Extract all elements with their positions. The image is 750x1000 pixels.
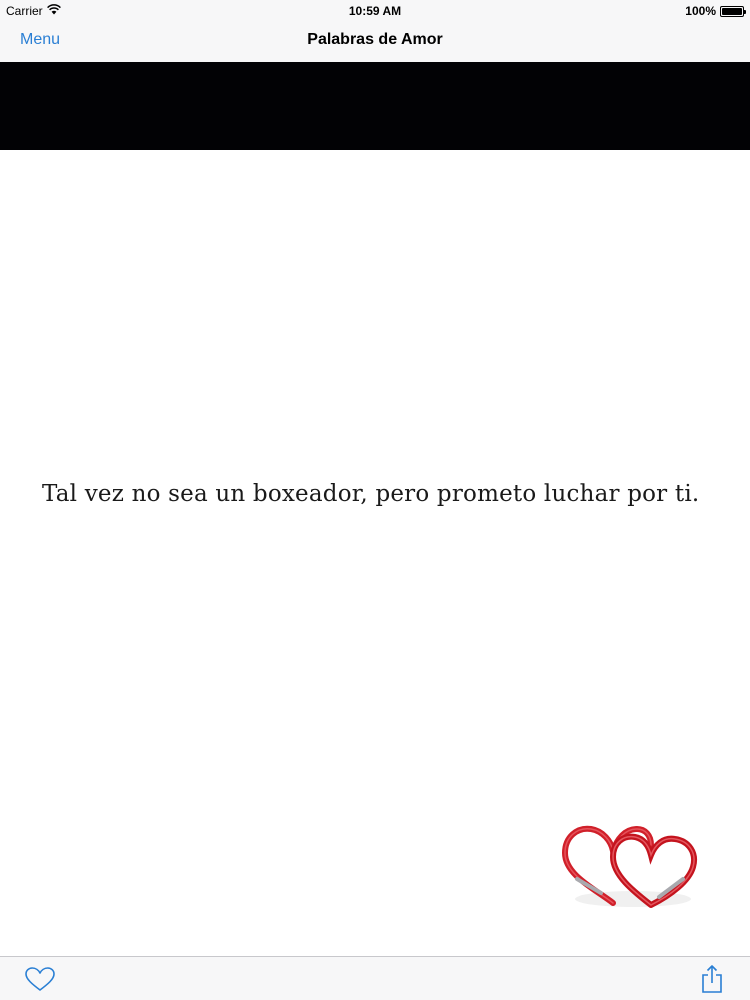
bottom-toolbar [0, 956, 750, 1000]
navigation-bar: Menu Palabras de Amor [0, 22, 750, 62]
battery-icon [720, 5, 746, 17]
page-title: Palabras de Amor [307, 31, 443, 48]
share-icon[interactable] [700, 964, 724, 994]
status-time: 10:59 AM [348, 4, 402, 18]
ad-banner[interactable] [0, 62, 750, 150]
battery-percent: 100% [685, 4, 716, 18]
linked-hearts-image [555, 815, 705, 915]
app-screen: Carrier 10:59 AM 100% Menu Palabras de A… [0, 0, 750, 1000]
heart-outline-icon[interactable] [24, 966, 56, 992]
quote-text: Tal vez no sea un boxeador, pero prometo… [42, 481, 700, 507]
status-right: 100% [685, 4, 746, 18]
battery-fill [722, 7, 742, 15]
status-bar: Carrier 10:59 AM 100% [0, 0, 750, 22]
